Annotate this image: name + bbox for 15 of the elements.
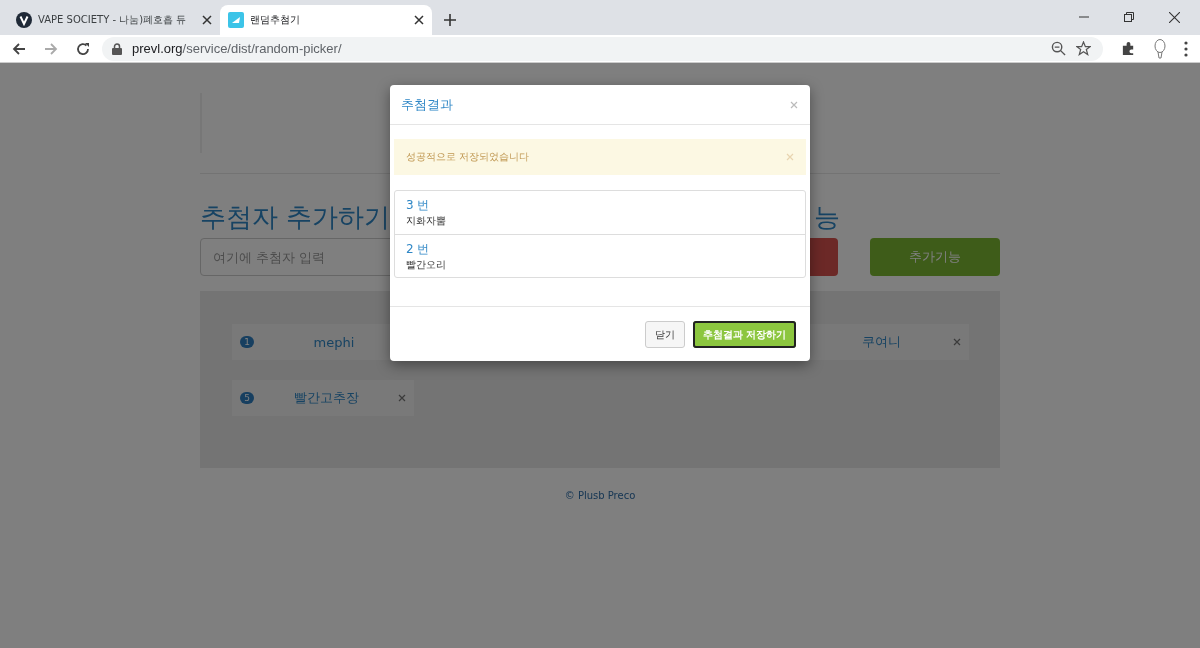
entry-name: 빨간고추장: [292, 389, 360, 407]
alert-text: 성공적으로 저장되었습니다: [406, 150, 530, 164]
result-name: 지화자뿜: [406, 214, 447, 228]
footer-text: © Plusb Preco: [563, 490, 637, 501]
result-number: 2 번: [406, 241, 431, 258]
page-heading: 능: [814, 201, 840, 234]
url-text: prevl.org/service/dist/random-picker/: [132, 41, 342, 56]
page-heading: 추첨자 추가하기: [200, 201, 391, 234]
number-badge: 5: [240, 392, 254, 404]
result-number: 3 번: [406, 197, 431, 214]
dialog-title: 추첨결과: [401, 95, 453, 114]
number-badge: 1: [240, 336, 254, 348]
entry-name: mephi: [312, 334, 356, 350]
result-name: 빨간오리: [406, 258, 447, 272]
entry-name: 쿠여니: [860, 333, 902, 351]
